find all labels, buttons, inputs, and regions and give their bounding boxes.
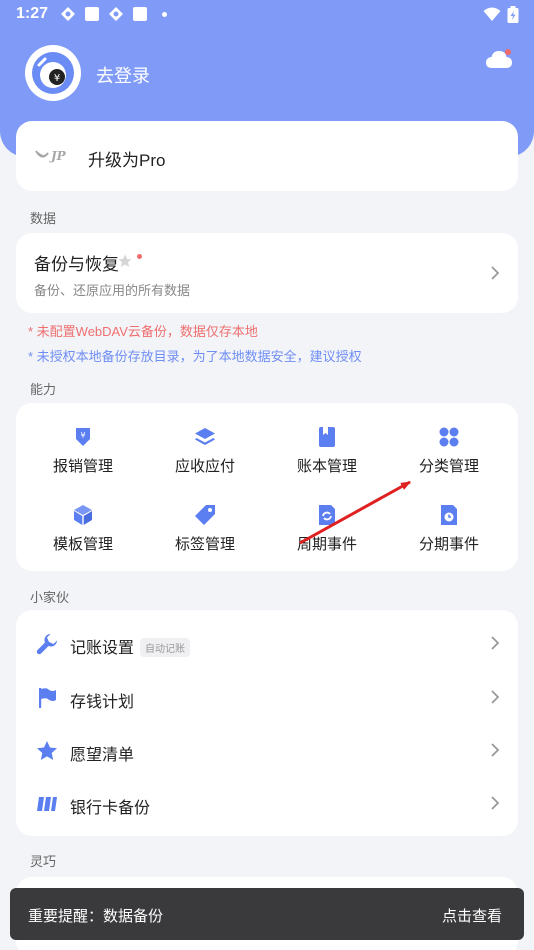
tools-list: 记账设置 自动记账 存钱计划 愿望清单 银行卡备份: [16, 610, 518, 836]
backup-restore-card[interactable]: 备份与恢复 备份、还原应用的所有数据: [16, 233, 518, 313]
ability-cycle-event[interactable]: 周期事件: [266, 504, 388, 554]
ability-ledger[interactable]: 账本管理: [266, 426, 388, 476]
chevron-right-icon: [491, 636, 500, 650]
layers-icon: [195, 428, 215, 445]
chevron-right-icon: [491, 796, 500, 810]
category-grid-icon: [439, 427, 459, 447]
more-notifications-dot: [162, 12, 167, 17]
tool-label: 存钱计划: [70, 694, 135, 711]
abilities-grid: ¥ 报销管理 应收应付 账本管理 分类管理 模板管理 标签管理 周期事件 分期事…: [16, 403, 518, 571]
snackbar-view-button[interactable]: 点击查看: [442, 905, 502, 926]
ability-label: 报销管理: [52, 458, 113, 475]
ability-label: 周期事件: [296, 536, 357, 553]
square-notification-icon: [85, 7, 99, 21]
favorite-star-icon: [118, 254, 132, 267]
installment-icon: [441, 505, 457, 525]
status-time: 1:27: [16, 5, 49, 22]
ability-label: 应收应付: [174, 458, 235, 475]
local-backup-warning[interactable]: * 未授权本地备份存放目录，为了本地数据安全，建议授权: [28, 346, 362, 365]
section-title-data: 数据: [30, 211, 57, 226]
vip-logo-icon: JP: [35, 149, 67, 163]
ability-label: 分类管理: [418, 458, 479, 475]
snackbar-message: 重要提醒：数据备份: [28, 908, 164, 925]
chevron-right-icon: [491, 743, 500, 757]
chevron-right-icon: [491, 690, 500, 704]
star-icon: [37, 741, 57, 760]
section-title-tools: 小家伙: [30, 590, 70, 605]
flag-icon: [39, 688, 56, 708]
tool-wish-list[interactable]: 愿望清单: [16, 724, 518, 776]
ability-template[interactable]: 模板管理: [22, 504, 144, 554]
tag-icon: [195, 505, 215, 525]
ability-receivable-payable[interactable]: 应收应付: [144, 426, 266, 476]
tool-savings-plan[interactable]: 存钱计划: [16, 671, 518, 723]
ability-label: 分期事件: [418, 536, 479, 553]
webdav-warning[interactable]: * 未配置WebDAV云备份，数据仅存本地: [28, 321, 258, 340]
snackbar: 重要提醒：数据备份 点击查看: [10, 888, 524, 940]
template-cube-icon: [74, 505, 92, 525]
ledger-book-icon: [319, 427, 335, 447]
status-bar: 1:27: [0, 0, 534, 30]
tool-label: 记账设置: [70, 640, 135, 657]
auto-bookkeeping-badge: 自动记账: [140, 638, 190, 657]
avatar-mascot-icon: ¥: [32, 52, 74, 94]
ability-installment[interactable]: 分期事件: [388, 504, 510, 554]
section-title-smart: 灵巧: [30, 854, 57, 869]
bank-card-icon: [37, 797, 57, 811]
app-notification-icon: [109, 7, 123, 21]
backup-subtitle: 备份、还原应用的所有数据: [34, 283, 191, 298]
reimburse-icon: ¥: [76, 428, 90, 446]
ability-category[interactable]: 分类管理: [388, 426, 510, 476]
section-title-abilities: 能力: [30, 382, 57, 397]
svg-text:¥: ¥: [80, 431, 85, 440]
ability-tag[interactable]: 标签管理: [144, 504, 266, 554]
tool-label: 愿望清单: [70, 747, 135, 764]
upgrade-pro-label: 升级为Pro: [88, 151, 166, 170]
ability-label: 账本管理: [296, 458, 357, 475]
wrench-icon: [36, 633, 58, 655]
tool-label: 银行卡备份: [70, 800, 151, 817]
app-notification-icon: [61, 7, 75, 21]
login-link[interactable]: 去登录: [96, 62, 150, 88]
backup-title: 备份与恢复: [34, 255, 119, 274]
cloud-badge-dot: [505, 49, 511, 55]
new-badge-dot: [137, 254, 142, 259]
battery-icon: [507, 6, 519, 23]
upgrade-pro-card[interactable]: JP 升级为Pro: [16, 121, 518, 191]
tool-bookkeeping-settings[interactable]: 记账设置 自动记账: [16, 617, 518, 669]
square-notification-icon: [133, 7, 147, 21]
svg-text:JP: JP: [49, 149, 67, 163]
tool-bank-card-backup[interactable]: 银行卡备份: [16, 777, 518, 829]
avatar[interactable]: ¥: [25, 45, 81, 101]
ability-label: 标签管理: [174, 536, 235, 553]
wifi-icon: [483, 7, 501, 21]
chevron-right-icon: [491, 266, 500, 280]
ability-label: 模板管理: [52, 536, 113, 553]
svg-text:¥: ¥: [54, 73, 60, 84]
ability-reimburse[interactable]: ¥ 报销管理: [22, 426, 144, 476]
cycle-event-icon: [319, 505, 335, 525]
